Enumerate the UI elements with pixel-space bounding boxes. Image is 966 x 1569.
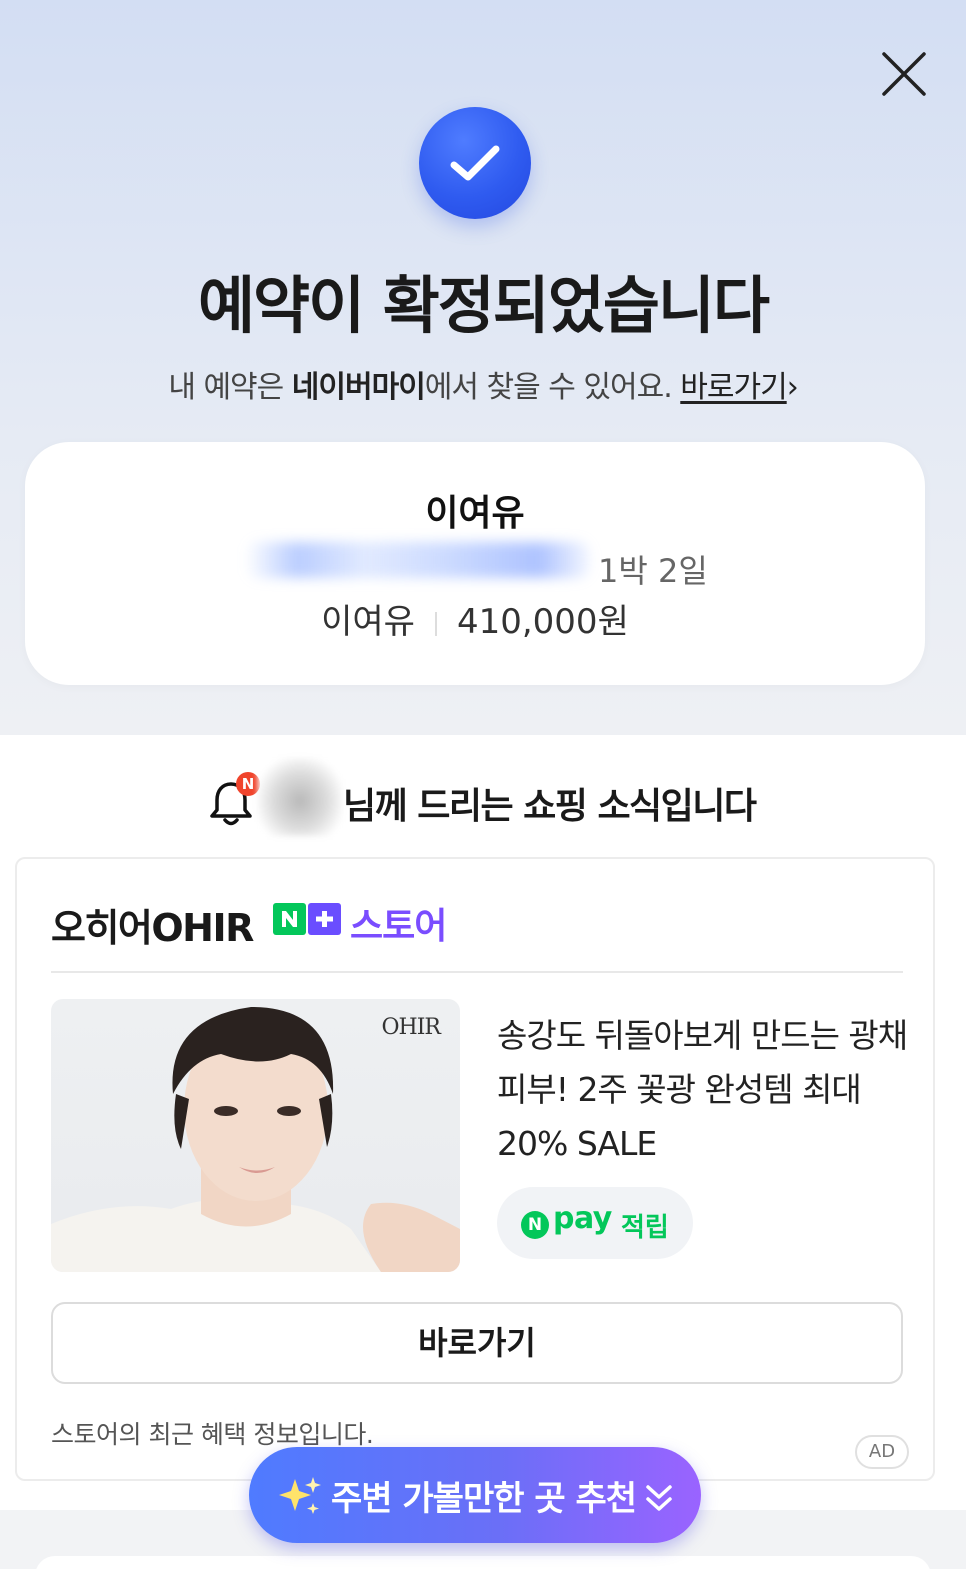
store-ad-card[interactable]: 오히어OHIR 스토어 OHIR 송강도 뒤돌아보게 만드는 광채 피부! 2주… bbox=[15, 857, 935, 1481]
ad-info-badge[interactable]: AD bbox=[855, 1435, 909, 1469]
brand-logo: OHIR bbox=[381, 1015, 441, 1040]
success-badge bbox=[419, 107, 531, 219]
shopping-heading: 님께 드리는 쇼핑 소식입니다 bbox=[343, 786, 757, 827]
booking-place-name: 이여유 bbox=[425, 493, 525, 534]
recommend-label: 주변 가볼만한 곳 추천 bbox=[331, 1479, 637, 1519]
double-chevron-down-icon bbox=[646, 1485, 672, 1511]
booking-detail-row: 이여유 410,000원 bbox=[25, 594, 925, 643]
npay-logo-text: pay bbox=[553, 1201, 612, 1236]
blurred-user-name bbox=[258, 758, 342, 836]
npay-earn-label: 적립 bbox=[621, 1213, 669, 1243]
store-footnote: 스토어의 최근 혜택 정보입니다. bbox=[51, 1420, 374, 1449]
page-title: 예약이 확정되었습니다 bbox=[198, 269, 770, 342]
blurred-date-range bbox=[245, 542, 590, 578]
subtitle-prefix: 내 예약은 bbox=[168, 370, 292, 405]
store-label: 스토어 bbox=[350, 906, 447, 947]
confirmation-header: 예약이 확정되었습니다 내 예약은 네이버마이에서 찾을 수 있어요. 바로가기… bbox=[0, 0, 966, 735]
booking-summary-card: 이여유 1박 2일 이여유 410,000원 bbox=[25, 442, 925, 685]
next-section-card bbox=[35, 1556, 931, 1569]
product-image[interactable]: OHIR bbox=[51, 999, 460, 1272]
store-name[interactable]: 오히어OHIR bbox=[51, 897, 254, 952]
notification-badge: N bbox=[236, 772, 260, 796]
booking-nights: 1박 2일 bbox=[598, 552, 708, 590]
chevron-right-icon: › bbox=[786, 370, 799, 405]
close-button[interactable] bbox=[878, 48, 930, 100]
nearby-recommend-button[interactable]: 주변 가볼만한 곳 추천 bbox=[249, 1447, 701, 1543]
booking-price: 410,000원 bbox=[456, 602, 629, 642]
confirmation-subtitle: 내 예약은 네이버마이에서 찾을 수 있어요. 바로가기› bbox=[0, 362, 966, 406]
npay-reward-badge: N pay 적립 bbox=[497, 1187, 693, 1259]
naver-my-link[interactable]: 바로가기 bbox=[680, 370, 787, 405]
divider bbox=[51, 971, 903, 973]
divider bbox=[434, 611, 437, 636]
subtitle-service-name: 네이버마이 bbox=[291, 370, 426, 405]
check-icon bbox=[450, 145, 500, 181]
naver-plus-store-icon bbox=[273, 903, 341, 935]
booking-room-name: 이여유 bbox=[321, 602, 415, 642]
subtitle-suffix: 에서 찾을 수 있어요. bbox=[424, 370, 681, 405]
npay-n-icon: N bbox=[521, 1211, 549, 1239]
store-go-button[interactable]: 바로가기 bbox=[51, 1302, 903, 1384]
product-description[interactable]: 송강도 뒤돌아보게 만드는 광채 피부! 2주 꽃광 완성템 최대 20% SA… bbox=[497, 1009, 912, 1171]
close-icon bbox=[882, 52, 926, 96]
sparkle-icon bbox=[279, 1477, 321, 1514]
